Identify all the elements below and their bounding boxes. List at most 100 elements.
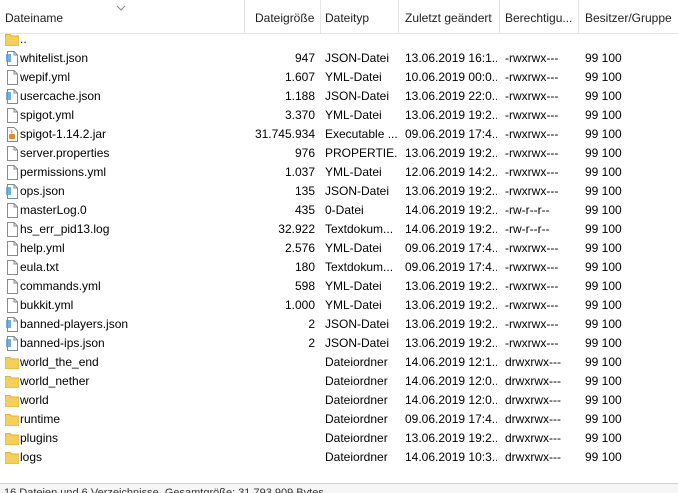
column-separator[interactable] xyxy=(244,0,245,33)
file-size: 2 xyxy=(308,317,315,331)
column-header-owner[interactable]: Besitzer/Gruppe xyxy=(585,0,678,33)
json-file-icon xyxy=(5,51,19,66)
file-owner: 99 100 xyxy=(585,298,622,312)
file-permissions: drwxrwx--- xyxy=(505,412,561,426)
file-type: JSON-Datei xyxy=(325,317,390,331)
file-name: eula.txt xyxy=(20,260,59,274)
file-size xyxy=(245,391,315,410)
file-icon xyxy=(5,241,19,256)
file-permissions: -rwxrwx--- xyxy=(505,184,559,198)
file-permissions: -rwxrwx--- xyxy=(505,127,559,141)
column-separator[interactable] xyxy=(578,0,579,33)
file-permissions: -rwxrwx--- xyxy=(505,108,559,122)
file-row[interactable]: permissions.yml 1.037 YML-Datei 12.06.2019 … xyxy=(0,163,678,182)
file-owner: 99 100 xyxy=(585,279,622,293)
file-size: 1.188 xyxy=(284,89,315,103)
file-type: JSON-Datei xyxy=(325,184,390,198)
file-permissions: drwxrwx--- xyxy=(505,355,561,369)
file-size: 1.037 xyxy=(284,165,315,179)
file-row[interactable]: logs Dateiordner 14.06.2019 10:3... drwxrwx… xyxy=(0,448,678,467)
column-header-size[interactable]: Dateigröße xyxy=(255,0,320,33)
file-type xyxy=(325,30,397,49)
file-row[interactable]: spigot.yml 3.370 YML-Datei 13.06.2019 19:2.… xyxy=(0,106,678,125)
file-modified: 13.06.2019 19:2... xyxy=(405,431,497,445)
file-permissions: -rwxrwx--- xyxy=(505,51,559,65)
file-permissions: drwxrwx--- xyxy=(505,393,561,407)
file-modified: 09.06.2019 17:4... xyxy=(405,412,497,426)
file-modified: 09.06.2019 17:4... xyxy=(405,127,497,141)
file-modified: 14.06.2019 12:1... xyxy=(405,355,497,369)
column-separator[interactable] xyxy=(499,0,500,33)
file-row[interactable]: banned-players.json 2 JSON-Datei 13.06.2019… xyxy=(0,315,678,334)
file-modified: 13.06.2019 19:2... xyxy=(405,317,497,331)
file-modified: 10.06.2019 00:0... xyxy=(405,70,497,84)
file-row[interactable]: usercache.json 1.188 JSON-Datei 13.06.2019 … xyxy=(0,87,678,106)
file-row[interactable]: hs_err_pid13.log 32.922 Textdokum... 14.06.… xyxy=(0,220,678,239)
file-icon xyxy=(5,165,19,180)
file-modified: 13.06.2019 19:2... xyxy=(405,336,497,350)
file-type: JSON-Datei xyxy=(325,336,390,350)
file-row[interactable]: plugins Dateiordner 13.06.2019 19:2... drwx… xyxy=(0,429,678,448)
file-size xyxy=(245,353,315,372)
file-row[interactable]: whitelist.json 947 JSON-Datei 13.06.2019 16… xyxy=(0,49,678,68)
file-row[interactable]: server.properties 976 PROPERTIE... 13.06.20… xyxy=(0,144,678,163)
file-row[interactable]: .. xyxy=(0,30,678,49)
file-size xyxy=(245,372,315,391)
file-permissions: -rwxrwx--- xyxy=(505,298,559,312)
file-name: logs xyxy=(20,450,43,464)
file-icon xyxy=(5,222,19,237)
file-modified: 09.06.2019 17:4... xyxy=(405,241,497,255)
file-row[interactable]: help.yml 2.576 YML-Datei 09.06.2019 17:4...… xyxy=(0,239,678,258)
file-size: 2 xyxy=(308,336,315,350)
file-owner: 99 100 xyxy=(585,241,622,255)
file-row[interactable]: masterLog.0 435 0-Datei 14.06.2019 19:2... -… xyxy=(0,201,678,220)
file-owner: 99 100 xyxy=(585,317,622,331)
file-type: Textdokum... xyxy=(325,260,394,274)
file-type: Dateiordner xyxy=(325,355,388,369)
file-name: help.yml xyxy=(20,241,65,255)
file-name: masterLog.0 xyxy=(20,203,87,217)
file-row[interactable]: commands.yml 598 YML-Datei 13.06.2019 19:2.… xyxy=(0,277,678,296)
file-permissions: drwxrwx--- xyxy=(505,450,561,464)
file-owner: 99 100 xyxy=(585,393,622,407)
file-size: 1.000 xyxy=(284,298,315,312)
file-owner: 99 100 xyxy=(585,184,622,198)
file-modified: 13.06.2019 16:1... xyxy=(405,51,497,65)
file-row[interactable]: bukkit.yml 1.000 YML-Datei 13.06.2019 19:2.… xyxy=(0,296,678,315)
file-owner: 99 100 xyxy=(585,431,622,445)
file-icon xyxy=(5,298,19,313)
file-row[interactable]: spigot-1.14.2.jar 31.745.934 Executable ..… xyxy=(0,125,678,144)
file-permissions: -rwxrwx--- xyxy=(505,70,559,84)
folder-icon xyxy=(5,431,19,446)
file-row[interactable]: ops.json 135 JSON-Datei 13.06.2019 19:2... -… xyxy=(0,182,678,201)
column-separator[interactable] xyxy=(398,0,399,33)
column-header-type[interactable]: Dateityp xyxy=(325,0,395,33)
file-owner: 99 100 xyxy=(585,222,622,236)
file-size xyxy=(245,30,315,49)
column-separator[interactable] xyxy=(320,0,321,33)
file-name: usercache.json xyxy=(20,89,101,103)
column-header-permissions[interactable]: Berechtigu... xyxy=(505,0,578,33)
file-name: plugins xyxy=(20,431,59,445)
file-permissions: -rwxrwx--- xyxy=(505,241,559,255)
file-name: bukkit.yml xyxy=(20,298,74,312)
file-row[interactable]: wepif.yml 1.607 YML-Datei 10.06.2019 00:0..… xyxy=(0,68,678,87)
file-row[interactable]: world Dateiordner 14.06.2019 12:0... drwxrw… xyxy=(0,391,678,410)
file-row[interactable]: runtime Dateiordner 09.06.2019 17:4... drwx… xyxy=(0,410,678,429)
file-modified: 14.06.2019 12:0... xyxy=(405,393,497,407)
file-type: Dateiordner xyxy=(325,450,388,464)
file-row[interactable]: world_the_end Dateiordner 14.06.2019 12:1.… xyxy=(0,353,678,372)
file-row[interactable]: world_nether Dateiordner 14.06.2019 12:0..… xyxy=(0,372,678,391)
file-modified: 09.06.2019 17:4... xyxy=(405,260,497,274)
file-name: world_nether xyxy=(20,374,90,388)
file-owner: 99 100 xyxy=(585,412,622,426)
file-size: 31.745.934 xyxy=(254,127,315,141)
file-size: 2.576 xyxy=(284,241,315,255)
file-row[interactable]: banned-ips.json 2 JSON-Datei 13.06.2019 19:… xyxy=(0,334,678,353)
file-name: banned-players.json xyxy=(20,317,129,331)
file-size xyxy=(245,429,315,448)
column-header-date[interactable]: Zuletzt geändert xyxy=(405,0,499,33)
file-row[interactable]: eula.txt 180 Textdokum... 09.06.2019 17:4..… xyxy=(0,258,678,277)
file-name: server.properties xyxy=(20,146,110,160)
file-type: YML-Datei xyxy=(325,165,382,179)
